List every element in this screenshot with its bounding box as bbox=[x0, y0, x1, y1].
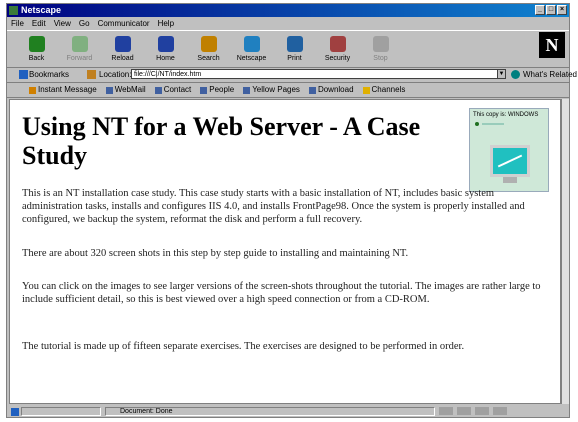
monitor-stand bbox=[503, 177, 517, 183]
window-controls: _ □ × bbox=[535, 5, 567, 15]
netscape-icon bbox=[243, 36, 260, 52]
home-icon bbox=[157, 36, 174, 52]
thumbnail-bullet-icon bbox=[475, 122, 479, 126]
whats-related-button[interactable]: What's Related bbox=[523, 70, 577, 79]
security-label: Security bbox=[324, 55, 351, 62]
vertical-scrollbar[interactable] bbox=[561, 99, 569, 404]
print-button[interactable]: Print bbox=[273, 31, 316, 65]
bookmarks-button[interactable]: Bookmarks bbox=[29, 70, 69, 79]
yellow-pages-label: Yellow Pages bbox=[252, 85, 300, 94]
print-icon bbox=[286, 36, 303, 52]
progress-pane bbox=[21, 407, 101, 416]
search-icon bbox=[200, 36, 217, 52]
netscape-app-icon bbox=[9, 6, 18, 15]
thumbnail-caption: This copy is: WINDOWS bbox=[473, 112, 539, 118]
component-bar bbox=[439, 407, 507, 415]
menu-bar: File Edit View Go Communicator Help bbox=[7, 18, 569, 29]
back-arrow-icon bbox=[28, 36, 45, 52]
instant-message-label: Instant Message bbox=[38, 85, 97, 94]
security-button[interactable]: Security bbox=[316, 31, 359, 65]
yellow-pages-link[interactable]: Yellow Pages bbox=[243, 83, 300, 97]
navigation-toolbar: Back Forward Reload Home Search Netscape Print… bbox=[7, 30, 569, 68]
bookmark-icon bbox=[154, 86, 162, 94]
netscape-logo: N bbox=[539, 32, 565, 58]
maximize-button[interactable]: □ bbox=[546, 5, 556, 15]
back-label: Back bbox=[28, 55, 45, 62]
home-button[interactable]: Home bbox=[144, 31, 187, 65]
stop-icon bbox=[372, 36, 389, 52]
windows-screenshot-thumbnail[interactable]: This copy is: WINDOWS bbox=[469, 108, 549, 192]
bookmark-icon bbox=[308, 86, 316, 94]
url-dropdown-button[interactable]: ▼ bbox=[497, 69, 506, 79]
status-bar: Document: Done bbox=[7, 406, 569, 418]
security-lock-icon[interactable] bbox=[11, 408, 19, 416]
location-icon bbox=[87, 70, 96, 79]
home-label: Home bbox=[156, 55, 175, 62]
screenshots-paragraph: There are about 320 screen shots in this… bbox=[22, 248, 409, 259]
personal-toolbar: Instant Message WebMail Contact People Y… bbox=[7, 83, 569, 98]
status-text: Document: Done bbox=[105, 407, 435, 416]
window-title: Netscape bbox=[21, 5, 62, 15]
stop-label: Stop bbox=[373, 55, 388, 62]
thumbnail-text-line bbox=[482, 123, 504, 125]
channels-label: Channels bbox=[371, 85, 406, 94]
exercises-paragraph: The tutorial is made up of fifteen separ… bbox=[22, 341, 465, 352]
people-label: People bbox=[209, 85, 235, 94]
menu-go[interactable]: Go bbox=[79, 18, 90, 29]
people-link[interactable]: People bbox=[200, 83, 234, 97]
bookmarks-icon bbox=[19, 70, 28, 79]
menu-communicator[interactable]: Communicator bbox=[98, 18, 150, 29]
print-label: Print bbox=[287, 55, 302, 62]
url-field[interactable]: file:///C|/NT/index.htm bbox=[131, 69, 503, 79]
minimize-button[interactable]: _ bbox=[535, 5, 545, 15]
menu-view[interactable]: View bbox=[54, 18, 71, 29]
bookmark-icon bbox=[105, 86, 113, 94]
menu-help[interactable]: Help bbox=[158, 18, 174, 29]
forward-arrow-icon bbox=[71, 36, 88, 52]
location-toolbar: Bookmarks Location: file:///C|/NT/index.… bbox=[7, 67, 577, 83]
close-button[interactable]: × bbox=[557, 5, 567, 15]
download-link[interactable]: Download bbox=[308, 83, 354, 97]
page-content: Using NT for a Web Server - A Case Study… bbox=[9, 99, 561, 404]
netscape-button[interactable]: Netscape bbox=[230, 31, 273, 65]
forward-button[interactable]: Forward bbox=[58, 31, 101, 65]
bookmark-icon bbox=[200, 86, 208, 94]
webmail-label: WebMail bbox=[114, 85, 146, 94]
intro-paragraph: This is an NT installation case study. T… bbox=[22, 188, 525, 225]
instant-message-icon bbox=[29, 86, 36, 94]
back-button[interactable]: Back bbox=[15, 31, 58, 65]
menu-edit[interactable]: Edit bbox=[32, 18, 46, 29]
bookmark-icon bbox=[243, 86, 251, 94]
composer-icon[interactable] bbox=[493, 407, 507, 415]
channels-icon bbox=[362, 86, 370, 94]
discussions-icon[interactable] bbox=[475, 407, 489, 415]
reload-label: Reload bbox=[111, 55, 134, 62]
instant-message-link[interactable]: Instant Message bbox=[29, 83, 97, 97]
mail-icon[interactable] bbox=[457, 407, 471, 415]
contact-label: Contact bbox=[163, 85, 192, 94]
images-paragraph: You can click on the images to see large… bbox=[22, 281, 541, 305]
search-button[interactable]: Search bbox=[187, 31, 230, 65]
contact-link[interactable]: Contact bbox=[154, 83, 192, 97]
reload-icon bbox=[114, 36, 131, 52]
related-icon bbox=[511, 70, 520, 79]
navigator-icon[interactable] bbox=[439, 407, 453, 415]
location-label: Location: bbox=[99, 70, 132, 79]
page-title: Using NT for a Web Server - A Case Study bbox=[22, 112, 421, 170]
stop-button[interactable]: Stop bbox=[359, 31, 402, 65]
webmail-link[interactable]: WebMail bbox=[105, 83, 146, 97]
search-label: Search bbox=[197, 55, 220, 62]
title-bar: Netscape _ □ × bbox=[7, 4, 569, 17]
security-icon bbox=[329, 36, 346, 52]
channels-link[interactable]: Channels bbox=[362, 83, 406, 97]
reload-button[interactable]: Reload bbox=[101, 31, 144, 65]
download-label: Download bbox=[317, 85, 354, 94]
monitor-icon bbox=[490, 145, 530, 177]
netscape-label: Netscape bbox=[236, 55, 267, 62]
browser-window: Netscape _ □ × File Edit View Go Communi… bbox=[6, 3, 577, 418]
monitor-screen-glare bbox=[497, 154, 523, 168]
menu-file[interactable]: File bbox=[11, 18, 24, 29]
forward-label: Forward bbox=[66, 55, 93, 62]
